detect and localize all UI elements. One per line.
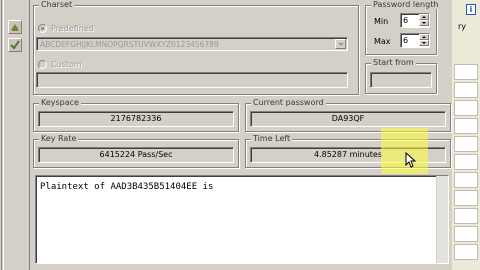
background-cell <box>454 244 478 260</box>
min-label: Min <box>374 17 389 26</box>
chevron-down-icon[interactable] <box>335 39 346 49</box>
spin-down-icon[interactable] <box>419 40 429 46</box>
time-left-label: Time Left <box>251 134 293 143</box>
check-icon <box>10 40 20 50</box>
max-label: Max <box>374 37 391 46</box>
tool-button-1[interactable] <box>8 20 22 34</box>
background-cell <box>454 136 478 152</box>
predefined-charset-value: ABCDEFGHIJKLMNOPQRSTUVWXYZ0123456789 <box>40 40 219 49</box>
key-rate-value: 6415224 Pass/Sec <box>38 147 234 163</box>
password-length-label: Password length <box>371 0 441 9</box>
info-badge: i <box>466 4 476 15</box>
key-rate-label: Key Rate <box>39 134 79 143</box>
background-cell <box>454 190 478 206</box>
predefined-label: Predefined <box>51 24 94 33</box>
background-cell <box>454 118 478 134</box>
predefined-charset-select[interactable]: ABCDEFGHIJKLMNOPQRSTUVWXYZ0123456789 <box>36 37 348 51</box>
output-text: Plaintext of AAD3B435B51404EE is <box>40 182 214 192</box>
background-cell <box>454 208 478 224</box>
keyspace-label: Keyspace <box>39 98 81 107</box>
keyspace-value: 2176782336 <box>38 111 234 127</box>
output-textarea[interactable]: Plaintext of AAD3B435B51404EE is <box>35 175 449 264</box>
current-password-label: Current password <box>251 98 326 107</box>
custom-radio[interactable] <box>38 60 47 69</box>
background-window-text: ry <box>458 22 467 31</box>
background-cell <box>454 226 478 242</box>
current-password-value: DA93QF <box>250 111 446 127</box>
predefined-radio[interactable] <box>38 24 47 33</box>
mouse-cursor-icon <box>405 152 417 168</box>
min-length-spinner[interactable]: 6 <box>400 13 430 28</box>
start-from-label: Start from <box>371 58 416 67</box>
custom-label: Custom <box>51 60 82 69</box>
background-cell <box>454 154 478 170</box>
background-cell <box>454 100 478 116</box>
custom-charset-field[interactable] <box>36 72 348 88</box>
min-length-value: 6 <box>403 16 409 25</box>
spin-down-icon[interactable] <box>419 20 429 26</box>
start-from-field[interactable] <box>370 72 432 88</box>
background-cell <box>454 64 478 80</box>
max-length-value: 6 <box>403 36 409 45</box>
charset-group-label: Charset <box>39 0 75 9</box>
tool-button-2[interactable] <box>8 38 22 52</box>
tool-icon <box>11 24 19 31</box>
left-toolbar <box>0 0 30 270</box>
output-scrollbar[interactable] <box>436 176 448 263</box>
max-length-spinner[interactable]: 6 <box>400 33 430 48</box>
left-window-border <box>1 0 4 270</box>
background-cell <box>454 82 478 98</box>
background-window-edge: i ry <box>452 0 480 270</box>
background-cell <box>454 172 478 188</box>
